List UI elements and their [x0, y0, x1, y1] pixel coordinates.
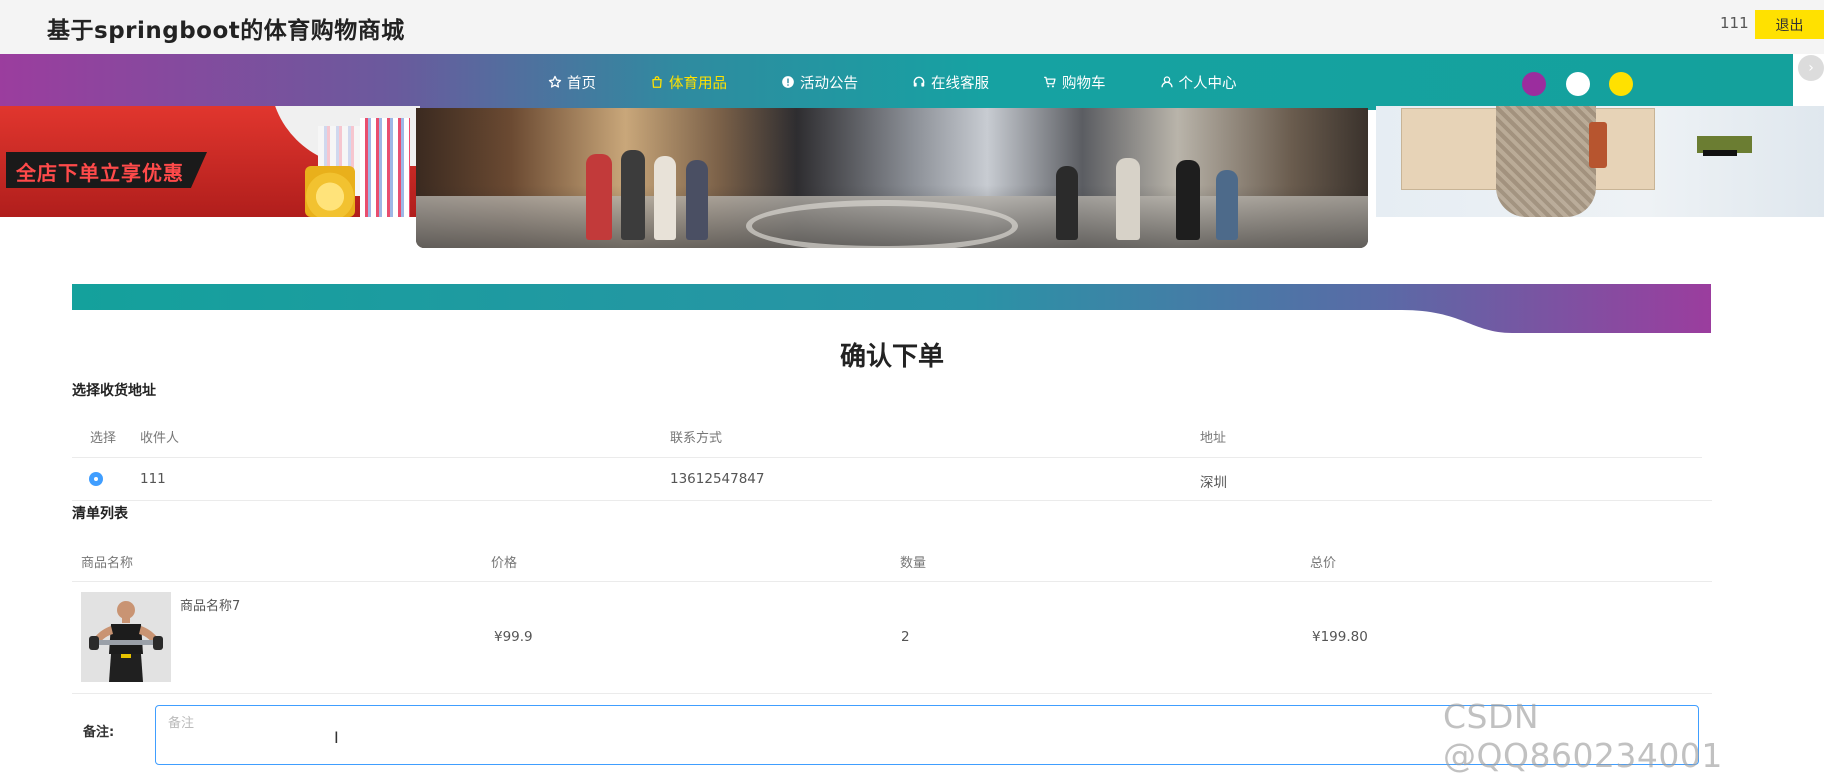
user-icon [1160, 76, 1173, 88]
section-divider-stripe [72, 284, 1711, 333]
nav-label-sports-goods: 体育用品 [669, 75, 727, 92]
top-header: 基于springboot的体育购物商城 111 退出 [0, 0, 1824, 54]
product-thumbnail[interactable] [81, 592, 171, 682]
site-title: 基于springboot的体育购物商城 [47, 18, 405, 44]
product-total: ¥199.80 [1312, 629, 1368, 645]
order-header-quantity: 数量 [900, 556, 927, 571]
bag-icon [652, 76, 662, 88]
address-header-address: 地址 [1200, 431, 1227, 446]
nav-label-online-service: 在线客服 [931, 75, 989, 92]
carousel-next-icon[interactable]: › [1798, 55, 1824, 81]
nav-menu: 首页 体育用品 活动公告 在线客服 购物车 个人中心 [548, 54, 1291, 110]
remark-label: 备注: [83, 725, 115, 740]
nav-item-cart[interactable]: 购物车 [1043, 72, 1106, 93]
star-icon [548, 75, 562, 88]
nav-item-profile[interactable]: 个人中心 [1160, 72, 1237, 93]
nav-label-cart: 购物车 [1062, 75, 1106, 92]
banner-right-image [1376, 106, 1824, 217]
address-recipient: 111 [140, 471, 166, 487]
nav-item-online-service[interactable]: 在线客服 [912, 72, 989, 93]
watermark: CSDN @QQ860234001 [1443, 697, 1723, 775]
cart-icon [1044, 76, 1056, 88]
theme-dot-yellow[interactable] [1609, 72, 1633, 96]
order-header-name: 商品名称 [81, 556, 134, 571]
address-radio-selected[interactable] [89, 472, 103, 486]
nav-item-home[interactable]: 首页 [548, 72, 596, 93]
product-quantity: 2 [901, 629, 910, 645]
main-nav: 首页 体育用品 活动公告 在线客服 购物车 个人中心 [0, 54, 1793, 110]
address-location: 深圳 [1200, 475, 1227, 491]
theme-dot-white[interactable] [1566, 72, 1590, 96]
order-header-total: 总价 [1310, 556, 1337, 571]
nav-item-announcements[interactable]: 活动公告 [781, 72, 858, 93]
address-header-phone: 联系方式 [670, 431, 723, 446]
promo-text: 全店下单立享优惠 [16, 161, 184, 185]
order-list-section-label: 清单列表 [72, 506, 128, 522]
logout-button[interactable]: 退出 [1755, 10, 1824, 39]
product-price: ¥99.9 [494, 629, 533, 645]
nav-item-sports-goods[interactable]: 体育用品 [650, 72, 727, 93]
address-header-recipient: 收件人 [140, 431, 180, 446]
nav-label-announcements: 活动公告 [800, 75, 858, 92]
product-name[interactable]: 商品名称7 [180, 595, 240, 614]
banner-carousel-image[interactable] [416, 108, 1368, 248]
address-phone: 13612547847 [670, 471, 765, 487]
text-cursor-icon: I [334, 728, 339, 747]
nav-label-home: 首页 [567, 75, 596, 92]
headset-icon [913, 76, 925, 87]
product-photo [81, 592, 171, 682]
address-header-select: 选择 [90, 431, 117, 446]
nav-label-profile: 个人中心 [1178, 75, 1237, 92]
theme-dot-purple[interactable] [1522, 72, 1546, 96]
address-section-label: 选择收货地址 [72, 383, 156, 399]
current-user-name[interactable]: 111 [1720, 14, 1749, 32]
page-title: 确认下单 [839, 342, 944, 372]
order-header-price: 价格 [491, 556, 518, 571]
info-icon [782, 76, 794, 88]
